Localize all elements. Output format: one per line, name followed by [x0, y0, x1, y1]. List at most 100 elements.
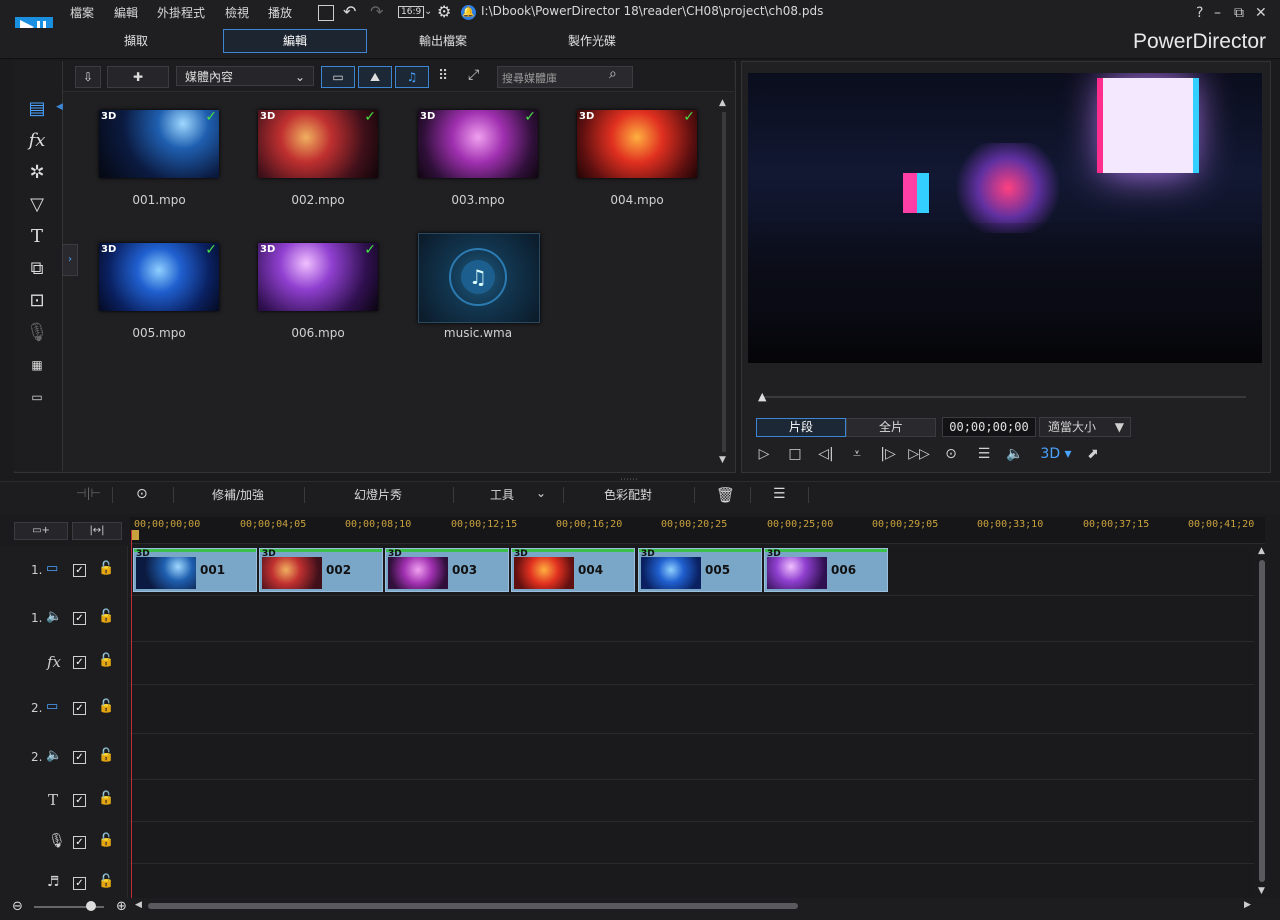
chapter-room-icon[interactable]: ▦ [22, 353, 52, 377]
track-enable-checkbox[interactable]: ✓ [73, 564, 86, 577]
save-icon[interactable] [318, 5, 334, 21]
particle-room-icon[interactable]: ▽ [22, 193, 52, 217]
track-enable-checkbox[interactable]: ✓ [73, 656, 86, 669]
lock-icon[interactable]: 🔓 [98, 561, 114, 576]
timeline-clip[interactable]: 3D 003 [385, 548, 509, 592]
media-thumbnail[interactable]: 3D ✓ [258, 109, 378, 178]
tab-capture[interactable]: 擷取 [65, 30, 207, 52]
undock-icon[interactable]: ⬈ [1082, 444, 1104, 464]
notification-icon[interactable]: 🔔 [461, 5, 476, 20]
microphone-icon[interactable]: 🎙 [22, 321, 52, 345]
media-thumbnail[interactable]: ♫ [418, 233, 540, 323]
import-media-icon[interactable]: ⇩ [75, 66, 101, 88]
zoom-in-icon[interactable]: ⊕ [116, 899, 127, 914]
slideshow-button[interactable]: 幻燈片秀 [354, 486, 402, 503]
undo-icon[interactable]: ↶ [343, 2, 356, 21]
menu-plugins[interactable]: 外掛程式 [157, 4, 205, 21]
lock-icon[interactable]: 🔓 [98, 653, 114, 668]
volume-icon[interactable]: 🔈 [1004, 444, 1026, 464]
media-thumbnail[interactable]: 3D ✓ [418, 109, 538, 178]
track-enable-checkbox[interactable]: ✓ [73, 836, 86, 849]
timeline-clip[interactable]: 3D 001 [133, 548, 257, 592]
scroll-right-icon[interactable]: ▶ [1244, 900, 1251, 910]
clip-mode-button[interactable]: 片段 [756, 418, 846, 437]
resize-handle-icon[interactable]: ⋯⋯ [620, 475, 638, 485]
track-enable-checkbox[interactable]: ✓ [73, 612, 86, 625]
aspect-ratio-button[interactable]: 16:9 [398, 6, 425, 18]
timecode-display[interactable]: 00;00;00;00 [942, 417, 1036, 437]
track-enable-checkbox[interactable]: ✓ [73, 877, 86, 890]
settings-list-icon[interactable]: ☰ [973, 444, 995, 464]
preview-slider-track[interactable] [760, 396, 1246, 398]
expand-panel-button[interactable]: › [62, 244, 78, 276]
previous-frame-icon[interactable]: ◁| [815, 444, 837, 464]
play-icon[interactable]: ▷ [753, 444, 775, 464]
split-marker-icon[interactable]: ⩡ [846, 444, 868, 464]
redo-icon[interactable]: ↷ [370, 2, 383, 21]
color-match-button[interactable]: 色彩配對 [604, 486, 652, 503]
zoom-slider-thumb[interactable] [86, 901, 96, 911]
tab-create-disc[interactable]: 製作光碟 [521, 30, 663, 52]
tab-produce[interactable]: 輸出檔案 [372, 30, 514, 52]
fit-timeline-icon[interactable]: |↔| [72, 522, 122, 540]
title-room-icon[interactable]: T [22, 225, 52, 249]
filter-image-icon[interactable]: ⛰ [358, 66, 392, 88]
lock-icon[interactable]: 🔓 [98, 874, 114, 889]
next-frame-icon[interactable]: |▷ [877, 444, 899, 464]
lock-icon[interactable]: 🔓 [98, 791, 114, 806]
fx-room-icon[interactable]: fx [22, 129, 52, 153]
timeline-clip[interactable]: 3D 004 [511, 548, 635, 592]
stop-icon[interactable]: □ [784, 444, 806, 464]
transition-room-icon[interactable]: ⧉ [22, 257, 52, 281]
view-grid-icon[interactable]: ⠿ [438, 68, 448, 84]
restore-button[interactable]: ⧉ [1234, 5, 1244, 21]
filter-video-icon[interactable]: ▭ [321, 66, 355, 88]
split-icon[interactable]: ⊣|⊢ [76, 486, 101, 500]
media-content-dropdown[interactable]: 媒體內容 ⌄ [176, 66, 314, 86]
tools-button[interactable]: 工具 [490, 486, 514, 503]
track-enable-checkbox[interactable]: ✓ [73, 702, 86, 715]
timeline-clip[interactable]: 3D 002 [259, 548, 383, 592]
search-icon[interactable]: ⌕ [609, 66, 617, 82]
snapshot-icon[interactable]: ⊙ [940, 444, 962, 464]
track-enable-checkbox[interactable]: ✓ [73, 794, 86, 807]
minimize-button[interactable]: – [1214, 5, 1221, 21]
fullscreen-library-icon[interactable]: ⤢ [468, 67, 479, 83]
close-button[interactable]: ✕ [1255, 5, 1267, 21]
track-enable-checkbox[interactable]: ✓ [73, 751, 86, 764]
track-manager-icon[interactable]: ▭+ [14, 522, 68, 540]
plugin-icon[interactable]: ✚ [107, 66, 169, 88]
subtitle-room-icon[interactable]: ▭ [22, 385, 52, 409]
movie-mode-button[interactable]: 全片 [846, 418, 936, 437]
library-scrollbar[interactable]: ▲ ▼ [719, 98, 729, 466]
playhead-line[interactable] [131, 530, 132, 898]
tab-edit[interactable]: 編輯 [223, 29, 367, 53]
lock-icon[interactable]: 🔓 [98, 833, 114, 848]
zoom-select[interactable]: 適當大小 ▼ [1039, 417, 1131, 437]
gear-icon[interactable]: ⚙ [437, 2, 451, 21]
menu-edit[interactable]: 編輯 [114, 4, 138, 21]
help-button[interactable]: ? [1196, 5, 1203, 21]
zoom-out-icon[interactable]: ⊖ [12, 899, 23, 914]
subtitle-frame-icon[interactable]: ⊡ [22, 289, 52, 313]
lock-icon[interactable]: 🔓 [98, 748, 114, 763]
chevron-circle-down-icon[interactable]: ⊙ [136, 486, 148, 502]
media-thumbnail[interactable]: 3D ✓ [577, 109, 697, 178]
lock-icon[interactable]: 🔓 [98, 699, 114, 714]
timeline-vscrollbar[interactable]: ▲ ▼ [1256, 546, 1268, 898]
scroll-left-icon[interactable]: ◀ [135, 900, 142, 910]
trash-icon[interactable]: 🗑 [716, 486, 735, 504]
lock-icon[interactable]: 🔓 [98, 609, 114, 624]
fix-enhance-button[interactable]: 修補/加強 [212, 486, 264, 503]
menu-file[interactable]: 檔案 [70, 4, 94, 21]
menu-view[interactable]: 檢視 [225, 4, 249, 21]
3d-mode-button[interactable]: 3D ▾ [1036, 444, 1076, 464]
media-thumbnail[interactable]: 3D ✓ [99, 109, 219, 178]
chevron-down-icon[interactable]: ⌄ [424, 6, 432, 17]
edit-list-icon[interactable]: ☰ [773, 486, 786, 502]
playhead-marker-icon[interactable] [131, 530, 139, 540]
fast-forward-icon[interactable]: ▷▷ [908, 444, 930, 464]
media-thumbnail[interactable]: 3D ✓ [258, 242, 378, 311]
menu-playback[interactable]: 播放 [268, 4, 292, 21]
timeline-hscrollbar[interactable] [148, 903, 798, 909]
